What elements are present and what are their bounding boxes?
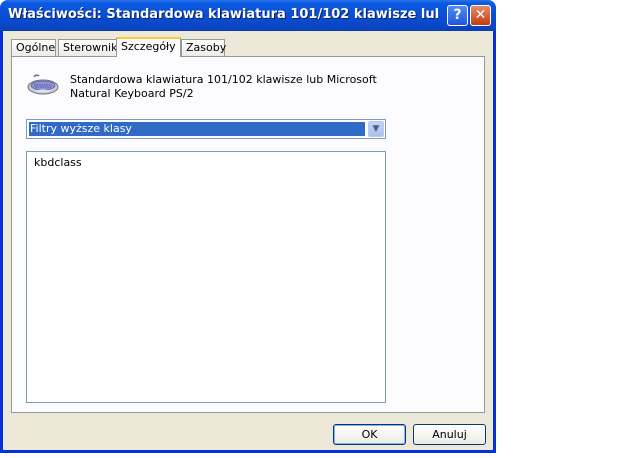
ok-button[interactable]: OK <box>333 424 406 445</box>
cancel-button[interactable]: Anuluj <box>413 424 486 445</box>
property-dropdown[interactable]: Filtry wyższe klasy ▼ <box>26 119 386 139</box>
property-value-list[interactable]: kbdclass <box>26 151 386 403</box>
details-panel: Standardowa klawiatura 101/102 klawisze … <box>11 56 485 413</box>
tab-general[interactable]: Ogólne <box>11 39 56 56</box>
device-name: Standardowa klawiatura 101/102 klawisze … <box>70 73 377 100</box>
tab-resources[interactable]: Zasoby <box>181 39 226 56</box>
close-button[interactable]: ✕ <box>470 5 491 26</box>
keyboard-icon <box>27 74 59 95</box>
window-title: Właściwości: Standardowa klawiatura 101/… <box>8 7 438 22</box>
chevron-down-icon[interactable]: ▼ <box>368 121 384 137</box>
list-item[interactable]: kbdclass <box>34 156 82 169</box>
help-button[interactable]: ? <box>447 5 468 26</box>
tab-driver[interactable]: Sterownik <box>58 39 117 56</box>
dialog-client-area: Ogólne Sterownik Szczegóły Zasoby Standa… <box>3 31 493 450</box>
tab-details[interactable]: Szczegóły <box>116 37 181 57</box>
properties-window: Właściwości: Standardowa klawiatura 101/… <box>0 0 496 453</box>
property-dropdown-value: Filtry wyższe klasy <box>29 122 365 136</box>
title-bar[interactable]: Właściwości: Standardowa klawiatura 101/… <box>0 0 496 31</box>
